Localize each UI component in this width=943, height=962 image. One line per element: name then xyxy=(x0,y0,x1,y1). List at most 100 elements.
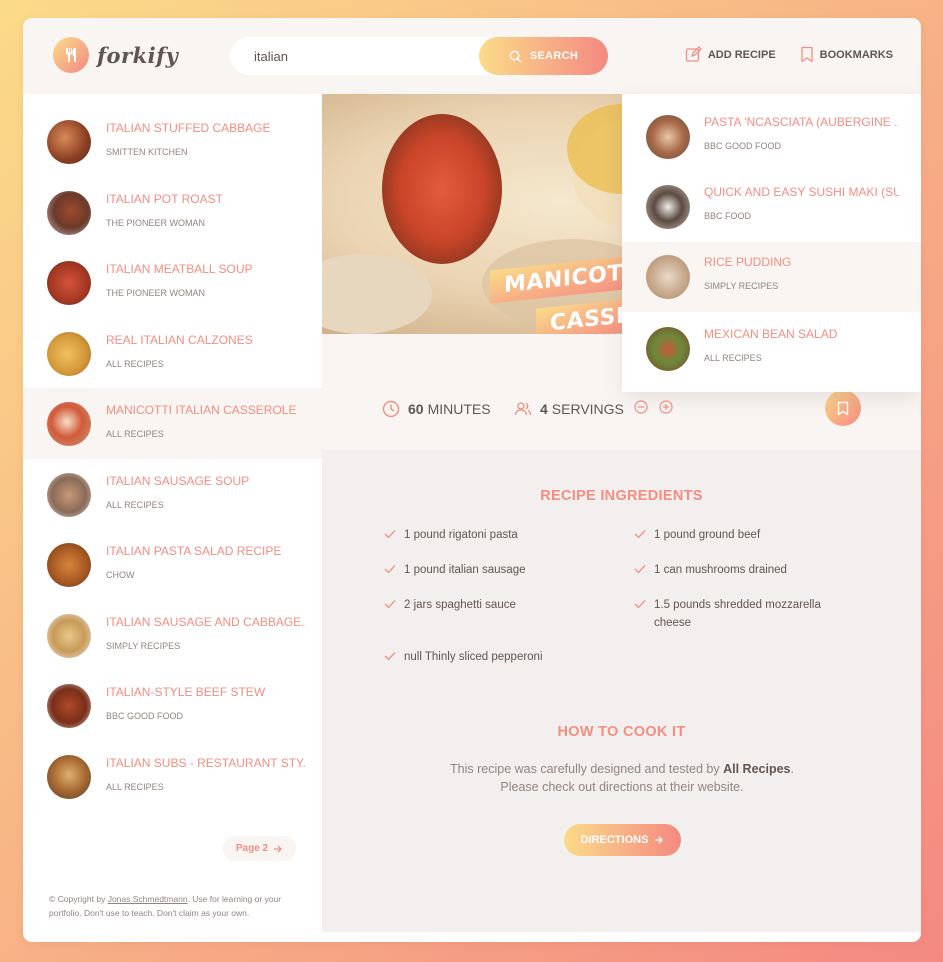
search-button-label: SEARCH xyxy=(529,50,579,62)
servings: 4 SERVINGS xyxy=(514,400,684,417)
result-item[interactable]: ITALIAN STUFFED CABBAGE SMITTEN KITCHEN xyxy=(23,106,322,177)
recipe-thumbnail xyxy=(646,185,690,229)
ingredient-item: 1 pound italian sausage xyxy=(384,561,594,579)
result-title: ITALIAN STUFFED CABBAGE xyxy=(106,121,271,135)
bookmark-publisher: BBC FOOD xyxy=(704,211,752,221)
bookmark-recipe-button[interactable] xyxy=(825,390,861,426)
recipe-thumbnail xyxy=(646,255,690,299)
recipe-footer xyxy=(322,932,921,942)
cook-publisher: All Recipes xyxy=(723,762,791,776)
result-item[interactable]: ITALIAN-STYLE BEEF STEW BBC GOOD FOOD xyxy=(23,670,322,741)
result-title: ITALIAN POT ROAST xyxy=(106,192,223,206)
recipe-thumbnail xyxy=(646,327,690,371)
result-item[interactable]: REAL ITALIAN CALZONES ALL RECIPES xyxy=(23,318,322,389)
recipe-thumbnail xyxy=(47,684,91,728)
logo-text: forkify xyxy=(97,42,179,68)
recipe-thumbnail xyxy=(47,120,91,164)
next-page-label: Page 2 xyxy=(235,843,269,854)
directions-button[interactable]: DIRECTIONS xyxy=(564,824,681,856)
minus-circle-icon xyxy=(634,400,648,414)
recipe-thumbnail xyxy=(646,115,690,159)
result-title: ITALIAN SAUSAGE AND CABBAGE... xyxy=(106,615,306,629)
recipe-thumbnail xyxy=(47,473,91,517)
ingredient-item: 1 pound rigatoni pasta xyxy=(384,526,594,544)
ingredient-text: 2 jars spaghetti sauce xyxy=(404,599,516,611)
recipe-thumbnail xyxy=(47,261,91,305)
result-publisher: SMITTEN KITCHEN xyxy=(106,147,188,157)
add-recipe-label: ADD RECIPE xyxy=(707,48,776,61)
header: forkify SEARCH ADD RECIPE BOOKMARKS xyxy=(23,18,921,94)
bookmarks-dropdown: PASTA 'NCASCIATA (AUBERGINE ... BBC GOOD… xyxy=(622,94,921,392)
check-icon xyxy=(384,530,396,539)
result-publisher: ALL RECIPES xyxy=(106,782,164,792)
app-container: forkify SEARCH ADD RECIPE BOOKMARKS ITAL… xyxy=(23,18,921,942)
recipe-thumbnail xyxy=(47,614,91,658)
fork-knife-icon xyxy=(53,37,89,73)
bookmark-item[interactable]: MEXICAN BEAN SALAD ALL RECIPES xyxy=(622,314,921,384)
ingredient-text: 1 pound rigatoni pasta xyxy=(404,529,518,541)
bookmark-item[interactable]: PASTA 'NCASCIATA (AUBERGINE ... BBC GOOD… xyxy=(622,102,921,172)
result-item[interactable]: ITALIAN POT ROAST THE PIONEER WOMAN xyxy=(23,177,322,248)
result-title: ITALIAN SAUSAGE SOUP xyxy=(106,474,250,488)
result-title: ITALIAN PASTA SALAD RECIPE xyxy=(106,544,282,558)
check-icon xyxy=(384,600,396,609)
ingredient-text: null Thinly sliced pepperoni xyxy=(404,651,543,663)
bookmark-item[interactable]: QUICK AND EASY SUSHI MAKI (SU... BBC FOO… xyxy=(622,172,921,242)
ingredient-item: 2 jars spaghetti sauce xyxy=(384,596,594,614)
increase-servings-button[interactable] xyxy=(659,400,681,417)
next-page-button[interactable]: Page 2 xyxy=(223,836,296,861)
ingredient-item: 1.5 pounds shredded mozzarella cheese xyxy=(634,596,834,632)
result-title: ITALIAN SUBS - RESTAURANT STY... xyxy=(106,756,306,770)
bookmark-publisher: SIMPLY RECIPES xyxy=(704,281,779,291)
search-results: ITALIAN STUFFED CABBAGE SMITTEN KITCHEN … xyxy=(23,94,322,942)
bookmarks-button[interactable]: BOOKMARKS xyxy=(800,46,893,63)
result-item[interactable]: ITALIAN MEATBALL SOUP THE PIONEER WOMAN xyxy=(23,247,322,318)
check-icon xyxy=(384,652,396,661)
bookmark-item[interactable]: RICE PUDDING SIMPLY RECIPES xyxy=(622,242,921,312)
result-item[interactable]: ITALIAN SUBS - RESTAURANT STY... ALL REC… xyxy=(23,741,322,812)
add-recipe-button[interactable]: ADD RECIPE xyxy=(685,46,776,63)
author-link[interactable]: Jonas Schmedtmann xyxy=(108,894,188,904)
recipe-thumbnail xyxy=(47,402,91,446)
search-bar: SEARCH xyxy=(230,37,608,75)
bookmark-icon xyxy=(801,46,813,63)
result-publisher: ALL RECIPES xyxy=(106,359,164,369)
servings-controls xyxy=(634,400,684,417)
users-icon xyxy=(514,401,532,415)
ingredient-text: 1 can mushrooms drained xyxy=(654,564,787,576)
bookmark-title: QUICK AND EASY SUSHI MAKI (SU... xyxy=(704,185,899,199)
cooking-time: 60 MINUTES xyxy=(382,400,491,418)
ingredient-text: 1 pound italian sausage xyxy=(404,564,526,576)
result-publisher: ALL RECIPES xyxy=(106,500,164,510)
ingredient-text: 1 pound ground beef xyxy=(654,529,761,541)
search-icon xyxy=(509,50,522,62)
check-icon xyxy=(634,565,646,574)
result-item[interactable]: ITALIAN PASTA SALAD RECIPE CHOW xyxy=(23,529,322,600)
cook-heading: HOW TO COOK IT xyxy=(557,724,686,740)
bookmark-title: PASTA 'NCASCIATA (AUBERGINE ... xyxy=(704,115,899,129)
recipe-thumbnail xyxy=(47,755,91,799)
plus-circle-icon xyxy=(659,400,673,414)
cook-description: This recipe was carefully designed and t… xyxy=(442,760,802,796)
search-button[interactable]: SEARCH xyxy=(479,37,608,75)
clock-icon xyxy=(382,400,400,418)
result-publisher: THE PIONEER WOMAN xyxy=(106,288,206,298)
servings-value: 4 xyxy=(540,400,548,417)
search-input[interactable] xyxy=(254,48,474,64)
nav: ADD RECIPE BOOKMARKS xyxy=(661,46,893,63)
arrow-right-icon xyxy=(655,836,664,844)
decrease-servings-button[interactable] xyxy=(634,400,656,417)
copyright-prefix: © Copyright by xyxy=(49,894,108,904)
cook-text-start: This recipe was carefully designed and t… xyxy=(450,762,724,776)
result-item[interactable]: ITALIAN SAUSAGE SOUP ALL RECIPES xyxy=(23,459,322,530)
result-item-active[interactable]: MANICOTTI ITALIAN CASSEROLE ALL RECIPES xyxy=(23,388,322,459)
check-icon xyxy=(634,600,646,609)
servings-label: SERVINGS xyxy=(551,400,624,417)
check-icon xyxy=(634,530,646,539)
bookmark-title: RICE PUDDING xyxy=(704,255,792,269)
minutes-value: 60 xyxy=(408,401,424,417)
result-item[interactable]: ITALIAN SAUSAGE AND CABBAGE... SIMPLY RE… xyxy=(23,600,322,671)
check-icon xyxy=(384,565,396,574)
logo[interactable]: forkify xyxy=(53,37,178,73)
bookmark-title: MEXICAN BEAN SALAD xyxy=(704,327,838,341)
